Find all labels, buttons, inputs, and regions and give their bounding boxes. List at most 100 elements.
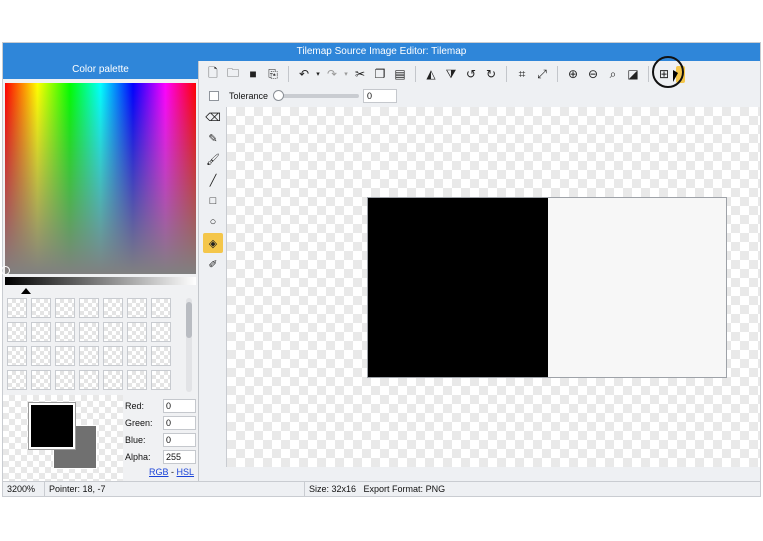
swatch[interactable]	[79, 346, 99, 366]
green-label: Green:	[125, 417, 153, 428]
blue-label: Blue:	[125, 434, 146, 445]
swatch-scroll-thumb[interactable]	[186, 302, 192, 338]
swatch[interactable]	[79, 298, 99, 318]
tolerance-label: Tolerance	[229, 91, 269, 101]
brush-icon[interactable]: 🖌	[203, 149, 223, 169]
color-mode-links: RGB - HSL	[149, 467, 194, 477]
swatch[interactable]	[127, 322, 147, 342]
zoom-in-icon[interactable]: ⊕	[563, 64, 583, 84]
swatch[interactable]	[7, 298, 27, 318]
editor-window: Tilemap Source Image Editor: Tilemap Col…	[1, 42, 761, 497]
zoom-out-icon[interactable]: ⊖	[583, 64, 603, 84]
swatch[interactable]	[103, 298, 123, 318]
flip-vertical-icon[interactable]: ⧩	[441, 64, 461, 84]
swatch[interactable]	[127, 370, 147, 390]
swatch[interactable]	[7, 370, 27, 390]
resize-icon[interactable]: ⤢	[532, 64, 552, 84]
swatch[interactable]	[103, 346, 123, 366]
zoom-reset-icon[interactable]: ⌕	[603, 64, 623, 84]
tolerance-slider-knob[interactable]	[273, 90, 284, 101]
swatch[interactable]	[31, 370, 51, 390]
tool-column: ⌫ ✎ 🖌 ╱ □ ○ ◈ ✐	[203, 107, 223, 275]
toolbar-separator	[648, 66, 649, 82]
fill-bucket-icon[interactable]: ◈	[203, 233, 223, 253]
line-icon[interactable]: ╱	[203, 170, 223, 190]
red-field[interactable]: 0	[163, 398, 196, 413]
color-spectrum[interactable]	[1, 83, 196, 275]
paste-icon[interactable]: ▤	[390, 64, 410, 84]
image-size: Size: 32x16	[309, 483, 357, 494]
primary-color[interactable]	[28, 402, 76, 450]
rectangle-icon[interactable]: □	[203, 191, 223, 211]
toolbar-separator	[415, 66, 416, 82]
drawing-canvas[interactable]	[226, 107, 760, 467]
swatch[interactable]	[79, 322, 99, 342]
contiguous-checkbox[interactable]	[209, 91, 219, 101]
invert-icon[interactable]: ◪	[623, 64, 643, 84]
pencil-icon[interactable]: ✎	[203, 128, 223, 148]
tool-options-bar: Tolerance 0	[203, 87, 760, 105]
swatch[interactable]	[7, 322, 27, 342]
swatch[interactable]	[79, 370, 99, 390]
swatch[interactable]	[103, 322, 123, 342]
tolerance-field[interactable]: 0	[363, 89, 397, 103]
blue-field[interactable]: 0	[163, 432, 196, 447]
swatch[interactable]	[31, 298, 51, 318]
toolbar-separator	[506, 66, 507, 82]
ellipse-icon[interactable]: ○	[203, 212, 223, 232]
redo-dropdown-icon[interactable]: ▾	[342, 64, 350, 84]
swatch[interactable]	[151, 370, 171, 390]
luminance-marker[interactable]	[21, 288, 31, 294]
highlight-circle	[652, 56, 684, 88]
cut-icon[interactable]: ✂	[350, 64, 370, 84]
redo-icon[interactable]: ↷	[322, 64, 342, 84]
swatch[interactable]	[127, 298, 147, 318]
swatch[interactable]	[151, 322, 171, 342]
rgb-link[interactable]: RGB	[149, 467, 169, 477]
undo-dropdown-icon[interactable]: ▾	[314, 64, 322, 84]
canvas-horizontal-scrollbar[interactable]	[226, 469, 760, 479]
undo-icon[interactable]: ↶	[294, 64, 314, 84]
toolbar-separator	[557, 66, 558, 82]
swatch[interactable]	[151, 346, 171, 366]
image-info: Size: 32x16 Export Format: PNG	[305, 482, 615, 497]
copy-icon[interactable]: ❐	[370, 64, 390, 84]
alpha-field[interactable]: 255	[163, 449, 196, 464]
swatch[interactable]	[151, 298, 171, 318]
green-field[interactable]: 0	[163, 415, 196, 430]
export-format: Export Format: PNG	[363, 483, 446, 494]
color-palette-header: Color palette	[3, 61, 198, 79]
luminance-bar[interactable]	[5, 277, 196, 285]
flip-horizontal-icon[interactable]: ◭	[421, 64, 441, 84]
spectrum-cursor[interactable]	[1, 266, 10, 275]
swatch[interactable]	[7, 346, 27, 366]
rotate-right-icon[interactable]: ↻	[481, 64, 501, 84]
swatch[interactable]	[127, 346, 147, 366]
rotate-left-icon[interactable]: ↺	[461, 64, 481, 84]
swatch[interactable]	[55, 322, 75, 342]
hsl-link[interactable]: HSL	[177, 467, 195, 477]
swatch[interactable]	[55, 346, 75, 366]
eyedropper-icon[interactable]: ✐	[203, 254, 223, 274]
swatch[interactable]	[31, 322, 51, 342]
swatch[interactable]	[55, 298, 75, 318]
color-fields: Red: 0 Green: 0 Blue: 0 Alpha: 255 RGB -…	[125, 397, 199, 477]
save-as-icon[interactable]: ⎘	[263, 64, 283, 84]
tolerance-slider[interactable]	[273, 90, 359, 101]
zoom-level: 3200%	[3, 481, 45, 497]
open-folder-icon[interactable]: 🗀	[223, 64, 243, 84]
swatch[interactable]	[103, 370, 123, 390]
new-file-icon[interactable]: 🗋	[203, 64, 223, 84]
crop-icon[interactable]: ⌗	[512, 64, 532, 84]
pointer-position: Pointer: 18, -7	[45, 481, 305, 497]
tilemap-image[interactable]	[367, 197, 727, 378]
black-filled-region	[368, 198, 548, 377]
window-title: Tilemap Source Image Editor: Tilemap	[3, 43, 760, 61]
eraser-icon[interactable]: ⌫	[203, 107, 223, 127]
save-icon[interactable]: ■	[243, 64, 263, 84]
swatch[interactable]	[55, 370, 75, 390]
alpha-label: Alpha:	[125, 451, 151, 462]
swatch-scrollbar[interactable]	[186, 298, 192, 392]
blue-row: Blue: 0	[125, 431, 199, 448]
swatch[interactable]	[31, 346, 51, 366]
